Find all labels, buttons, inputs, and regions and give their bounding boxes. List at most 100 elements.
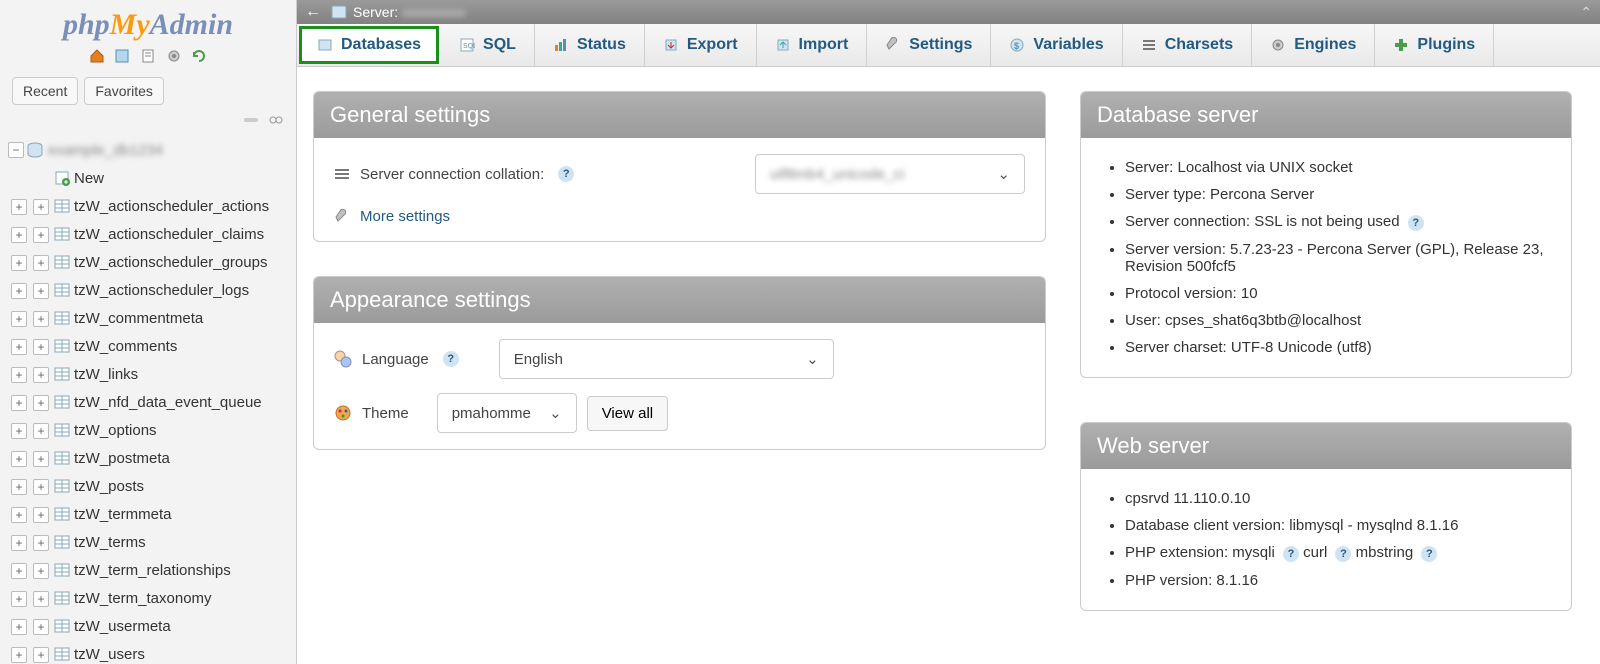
help-icon[interactable]: ? [558,166,574,182]
gear-icon[interactable] [166,48,182,64]
tree-expand-icon[interactable]: + [11,395,27,411]
favorites-button[interactable]: Favorites [84,77,164,105]
table-link[interactable]: tzW_postmeta [74,450,170,467]
tree-expand-icon[interactable]: + [33,563,49,579]
tree-collapse-icon[interactable]: − [8,142,24,158]
collapse-icon[interactable] [244,115,260,125]
tree-expand-icon[interactable]: + [11,507,27,523]
tree-expand-icon[interactable]: + [33,199,49,215]
theme-select[interactable]: pmahomme⌄ [437,393,577,433]
collation-select[interactable]: utf8mb4_unicode_ci⌄ [755,154,1025,194]
table-link[interactable]: tzW_term_taxonomy [74,590,212,607]
table-link[interactable]: tzW_actionscheduler_logs [74,282,249,299]
tree-expand-icon[interactable]: + [33,507,49,523]
tab-status[interactable]: Status [535,24,645,66]
table-link[interactable]: tzW_nfd_data_event_queue [74,394,262,411]
panel-toggle-icon[interactable]: ⌃ [1580,4,1592,21]
table-link[interactable]: tzW_posts [74,478,144,495]
tree-expand-icon[interactable]: + [33,339,49,355]
tree-expand-icon[interactable]: + [11,339,27,355]
tree-expand-icon[interactable]: + [11,619,27,635]
home-icon[interactable] [89,48,105,64]
table-icon [54,367,70,381]
tree-expand-icon[interactable]: + [11,535,27,551]
table-link[interactable]: tzW_actionscheduler_actions [74,198,269,215]
tree-expand-icon[interactable]: + [11,227,27,243]
table-link[interactable]: tzW_usermeta [74,618,171,635]
tree-expand-icon[interactable]: + [11,311,27,327]
help-icon[interactable]: ? [1283,546,1299,562]
tree-expand-icon[interactable]: + [11,451,27,467]
database-server-panel: Database server Server: Localhost via UN… [1080,91,1572,378]
help-icon[interactable]: ? [443,351,459,367]
tree-expand-icon[interactable]: + [11,283,27,299]
tree-expand-icon[interactable]: + [33,591,49,607]
tree-expand-icon[interactable]: + [33,423,49,439]
general-settings-panel: General settings Server connection colla… [313,91,1046,242]
tab-databases[interactable]: Databases [299,26,439,64]
help-icon[interactable]: ? [1335,546,1351,562]
table-link[interactable]: tzW_users [74,646,145,663]
table-icon [54,255,70,269]
tab-plugins[interactable]: Plugins [1375,24,1494,66]
variables-icon: $ [1009,37,1025,53]
tree-expand-icon[interactable]: + [33,311,49,327]
tree-expand-icon[interactable]: + [33,227,49,243]
table-link[interactable]: tzW_terms [74,534,146,551]
table-link[interactable]: tzW_comments [74,338,177,355]
tree-expand-icon[interactable]: + [33,479,49,495]
tree-expand-icon[interactable]: + [33,647,49,663]
tab-export[interactable]: Export [645,24,757,66]
tree-expand-icon[interactable]: + [11,647,27,663]
tab-settings[interactable]: Settings [867,24,991,66]
tree-expand-icon[interactable]: + [33,367,49,383]
help-icon[interactable]: ? [1421,546,1437,562]
docs-icon[interactable] [140,48,156,64]
info-item: Database client version: libmysql - mysq… [1125,512,1551,539]
table-icon [54,535,70,549]
info-item: Server version: 5.7.23-23 - Percona Serv… [1125,236,1551,280]
tab-variables[interactable]: $Variables [991,24,1122,66]
table-link[interactable]: tzW_term_relationships [74,562,231,579]
table-link[interactable]: tzW_termmeta [74,506,172,523]
settings-icon [885,37,901,53]
tree-expand-icon[interactable]: + [11,479,27,495]
svg-text:$: $ [1014,41,1019,51]
database-name[interactable]: example_db1234 [48,142,163,159]
tab-engines[interactable]: Engines [1252,24,1375,66]
language-select[interactable]: English⌄ [499,339,834,379]
tree-expand-icon[interactable]: + [11,255,27,271]
table-link[interactable]: tzW_links [74,366,138,383]
theme-label: Theme [362,405,409,422]
table-link[interactable]: tzW_commentmeta [74,310,203,327]
view-all-themes-button[interactable]: View all [587,396,668,431]
collation-icon [334,167,350,181]
link-icon[interactable] [268,115,284,125]
tree-expand-icon[interactable]: + [33,535,49,551]
tree-expand-icon[interactable]: + [33,451,49,467]
tree-expand-icon[interactable]: + [11,591,27,607]
help-icon[interactable]: ? [1408,215,1424,231]
tree-expand-icon[interactable]: + [33,395,49,411]
new-table-link[interactable]: New [74,170,104,187]
table-link[interactable]: tzW_actionscheduler_groups [74,254,267,271]
tree-expand-icon[interactable]: + [11,199,27,215]
tree-expand-icon[interactable]: + [33,255,49,271]
charsets-icon [1141,37,1157,53]
tree-expand-icon[interactable]: + [11,563,27,579]
tab-charsets[interactable]: Charsets [1123,24,1252,66]
table-link[interactable]: tzW_options [74,422,157,439]
tab-sql[interactable]: SQLSQL [441,24,535,66]
tree-expand-icon[interactable]: + [33,619,49,635]
reload-icon[interactable] [191,48,207,64]
nav-back-icon[interactable]: ← [305,3,321,21]
phpmyadmin-logo[interactable]: phpMyAdmin [0,0,296,46]
tree-expand-icon[interactable]: + [33,283,49,299]
logout-icon[interactable] [114,48,130,64]
tree-expand-icon[interactable]: + [11,423,27,439]
tree-expand-icon[interactable]: + [11,367,27,383]
more-settings-link[interactable]: More settings [360,208,450,225]
table-link[interactable]: tzW_actionscheduler_claims [74,226,264,243]
tab-import[interactable]: Import [757,24,868,66]
recent-button[interactable]: Recent [12,77,78,105]
